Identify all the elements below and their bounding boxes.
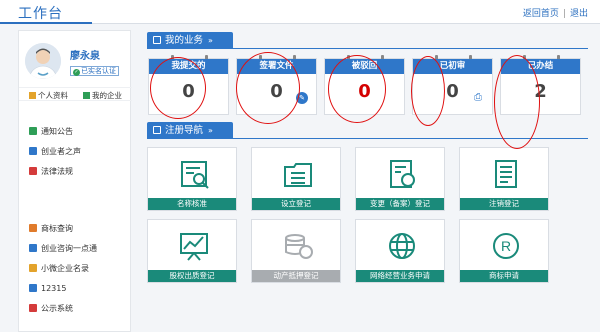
pen-icon[interactable]: ✎ bbox=[296, 92, 308, 104]
sidebar-item-icon bbox=[29, 167, 37, 175]
logout-link[interactable]: 退出 bbox=[570, 9, 588, 19]
chart-board-icon bbox=[180, 233, 208, 261]
link-separator: | bbox=[562, 9, 566, 19]
user-avatar-icon bbox=[25, 43, 61, 79]
enterprise-label: 我的企业 bbox=[92, 91, 122, 100]
sidebar-group-info: 通知公告创业者之声法律法规 bbox=[29, 122, 81, 182]
card-count: 0 bbox=[182, 81, 195, 102]
sidebar-item[interactable]: 创业咨询一点通 bbox=[29, 239, 97, 259]
avatar[interactable] bbox=[25, 43, 61, 79]
sidebar-item-icon bbox=[29, 264, 37, 272]
verified-label: 已实名认证 bbox=[81, 67, 116, 75]
sidebar-item-icon bbox=[29, 284, 37, 292]
sidebar-item[interactable]: 12315 bbox=[29, 279, 97, 299]
card-label: 被驳回 bbox=[325, 59, 404, 74]
document-lines-icon bbox=[495, 160, 517, 188]
registered-mark-icon: R bbox=[493, 233, 519, 259]
business-card[interactable]: 被驳回 0 bbox=[324, 55, 405, 115]
sidebar-item-label: 创业者之声 bbox=[41, 147, 81, 156]
business-card[interactable]: 签署文件 0 ✎ bbox=[236, 55, 317, 115]
registration-tile[interactable]: 注销登记 bbox=[459, 147, 549, 211]
registration-tile[interactable]: 名称核准 bbox=[147, 147, 237, 211]
registration-tile[interactable]: R 商标申请 bbox=[459, 219, 549, 283]
tab-my-business-label: 我的业务 bbox=[165, 35, 204, 46]
business-icon bbox=[153, 36, 161, 44]
sidebar-item[interactable]: 通知公告 bbox=[29, 122, 81, 142]
sidebar-item-label: 创业咨询一点通 bbox=[41, 244, 97, 253]
coins-icon bbox=[285, 234, 313, 259]
tile-label: 注销登记 bbox=[460, 198, 548, 210]
enterprise-icon bbox=[83, 92, 90, 99]
card-label: 签署文件 bbox=[237, 59, 316, 74]
sidebar-item-label: 12315 bbox=[41, 284, 67, 293]
tile-label: 设立登记 bbox=[252, 198, 340, 210]
card-count: 2 bbox=[534, 81, 547, 102]
business-card[interactable]: 我提交的 0 bbox=[148, 55, 229, 115]
business-card[interactable]: 已办结 2 bbox=[500, 55, 581, 115]
page-title: 工作台 bbox=[18, 6, 63, 22]
profile-link[interactable]: 个人资料 bbox=[29, 90, 68, 101]
globe-icon bbox=[389, 233, 415, 259]
card-count: 0 bbox=[358, 81, 371, 102]
check-icon: ✓ bbox=[73, 69, 80, 76]
user-name: 廖永泉 bbox=[70, 51, 100, 62]
sidebar-item[interactable]: 商标查询 bbox=[29, 219, 97, 239]
top-bar: 工作台 返回首页 | 退出 bbox=[0, 0, 600, 24]
tab-registration-label: 注册导航 bbox=[165, 125, 204, 136]
sidebar-item[interactable]: 法律法规 bbox=[29, 162, 81, 182]
sidebar-item-icon bbox=[29, 244, 37, 252]
sidebar-item-icon bbox=[29, 127, 37, 135]
sidebar: 廖永泉 ✓ 已实名认证 个人资料 我的企业 通知公告 创业者之声 法律法规 商标查询创… bbox=[18, 30, 132, 332]
printer-icon[interactable]: ⎙ bbox=[472, 92, 484, 104]
card-label: 已初审 bbox=[413, 59, 492, 74]
tab-my-business[interactable]: 我的业务 » bbox=[147, 32, 233, 49]
sidebar-item-label: 通知公告 bbox=[41, 127, 73, 136]
registration-tile[interactable]: 股权出质登记 bbox=[147, 219, 237, 283]
verified-badge: ✓ 已实名认证 bbox=[70, 66, 119, 76]
sidebar-item-icon bbox=[29, 224, 37, 232]
sidebar-group-tools: 商标查询创业咨询一点通 小微企业名录 12315 公示系统 bbox=[29, 219, 97, 319]
double-chevron-icon: » bbox=[208, 36, 213, 45]
tile-label: 名称核准 bbox=[148, 198, 236, 210]
registration-tile[interactable]: 变更（备案）登记 bbox=[355, 147, 445, 211]
title-underline bbox=[0, 22, 92, 24]
registration-tile[interactable]: 网络经营业务申请 bbox=[355, 219, 445, 283]
sidebar-item-icon bbox=[29, 304, 37, 312]
sidebar-item-label: 小微企业名录 bbox=[41, 264, 89, 273]
sidebar-item-icon bbox=[29, 147, 37, 155]
home-link[interactable]: 返回首页 bbox=[523, 9, 559, 19]
document-refresh-icon bbox=[390, 160, 415, 188]
folder-list-icon bbox=[284, 163, 312, 187]
sidebar-item-label: 法律法规 bbox=[41, 167, 73, 176]
registration-tile: 动产抵押登记 bbox=[251, 219, 341, 283]
sidebar-item-label: 公示系统 bbox=[41, 304, 73, 313]
section-divider bbox=[147, 138, 588, 139]
tab-registration-nav[interactable]: 注册导航 » bbox=[147, 122, 233, 139]
registration-tile[interactable]: 设立登记 bbox=[251, 147, 341, 211]
double-chevron-icon: » bbox=[208, 126, 213, 135]
registration-icon bbox=[153, 126, 161, 134]
sidebar-item[interactable]: 创业者之声 bbox=[29, 142, 81, 162]
business-card[interactable]: 已初审 0 ⎙ bbox=[412, 55, 493, 115]
sidebar-item[interactable]: 公示系统 bbox=[29, 299, 97, 319]
tile-label: 商标申请 bbox=[460, 270, 548, 282]
card-label: 我提交的 bbox=[149, 59, 228, 74]
section-divider bbox=[147, 48, 588, 49]
sidebar-item-label: 商标查询 bbox=[41, 224, 73, 233]
sidebar-item[interactable]: 小微企业名录 bbox=[29, 259, 97, 279]
tile-label: 动产抵押登记 bbox=[252, 270, 340, 282]
profile-label: 个人资料 bbox=[38, 91, 68, 100]
tile-label: 变更（备案）登记 bbox=[356, 198, 444, 210]
enterprise-link[interactable]: 我的企业 bbox=[83, 90, 122, 101]
tile-label: 网络经营业务申请 bbox=[356, 270, 444, 282]
document-search-icon bbox=[181, 161, 209, 189]
card-label: 已办结 bbox=[501, 59, 580, 74]
svg-text:R: R bbox=[501, 238, 511, 254]
header-links: 返回首页 | 退出 bbox=[523, 6, 588, 19]
profile-icon bbox=[29, 92, 36, 99]
tile-label: 股权出质登记 bbox=[148, 270, 236, 282]
user-links: 个人资料 我的企业 bbox=[19, 87, 132, 101]
